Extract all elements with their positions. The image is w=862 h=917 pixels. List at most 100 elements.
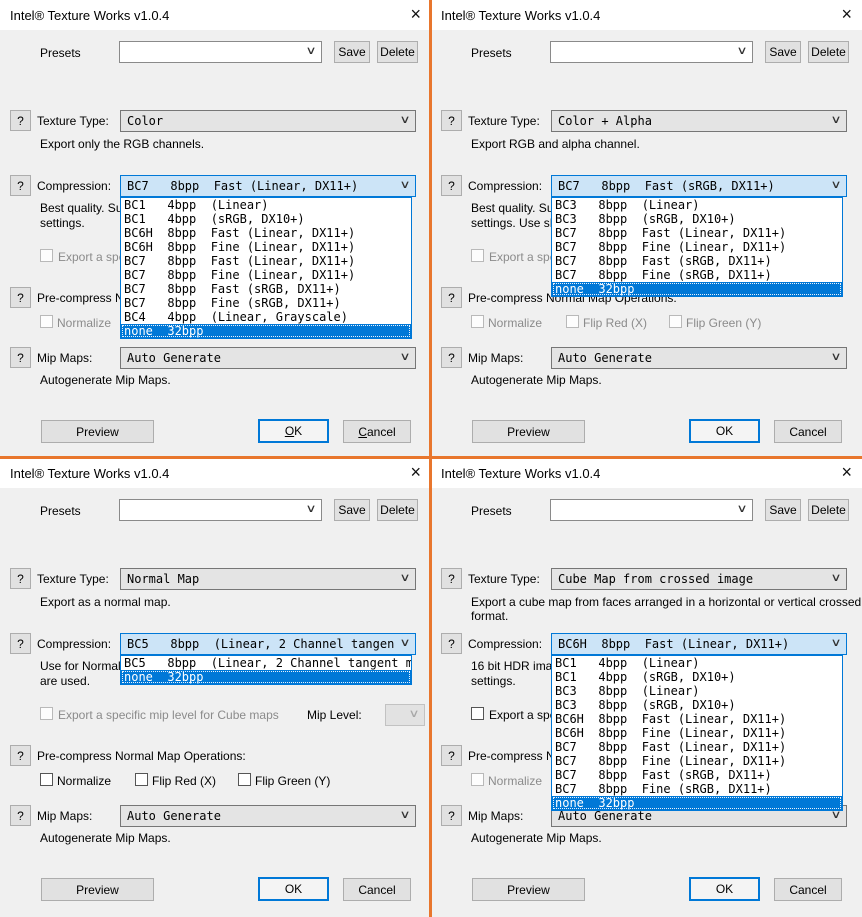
dropdown-item[interactable]: BC1 4bpp (sRGB, DX10+) xyxy=(552,670,842,684)
flip-red-checkbox[interactable] xyxy=(135,773,148,786)
save-button[interactable]: Save xyxy=(334,499,370,521)
help-button-mip-maps[interactable]: ? xyxy=(441,347,462,368)
dropdown-item[interactable]: BC7 8bpp Fast (sRGB, DX11+) xyxy=(552,254,842,268)
help-button-compression[interactable]: ? xyxy=(441,633,462,654)
close-icon[interactable]: × xyxy=(841,461,852,483)
compression-dropdown-list: BC5 8bpp (Linear, 2 Channel tangent map)… xyxy=(120,655,412,685)
flip-green-checkbox[interactable] xyxy=(238,773,251,786)
dropdown-item[interactable]: BC7 8bpp Fast (sRGB, DX11+) xyxy=(121,282,411,296)
titlebar[interactable]: Intel® Texture Works v1.0.4 × xyxy=(431,0,862,30)
preview-button[interactable]: Preview xyxy=(472,420,585,443)
mip-maps-combobox[interactable]: Auto Generate ∨ xyxy=(551,347,847,369)
delete-button[interactable]: Delete xyxy=(377,41,418,63)
cancel-button[interactable]: Cancel xyxy=(774,878,842,901)
compression-combobox[interactable]: BC5 8bpp (Linear, 2 Channel tangent map)… xyxy=(120,633,416,655)
dropdown-item[interactable]: BC7 8bpp Fine (sRGB, DX11+) xyxy=(552,782,842,796)
cancel-button[interactable]: Cancel xyxy=(343,420,411,443)
dropdown-item[interactable]: BC3 8bpp (sRGB, DX10+) xyxy=(552,698,842,712)
texture-type-combobox[interactable]: Color + Alpha ∨ xyxy=(551,110,847,132)
texture-type-combobox[interactable]: Color ∨ xyxy=(120,110,416,132)
presets-combobox[interactable]: ∨ xyxy=(119,41,322,63)
dropdown-item[interactable]: BC7 8bpp Fast (Linear, DX11+) xyxy=(552,226,842,240)
dropdown-item[interactable]: BC7 8bpp Fast (Linear, DX11+) xyxy=(552,740,842,754)
save-button[interactable]: Save xyxy=(765,41,801,63)
ok-button[interactable]: OK xyxy=(258,877,329,901)
dropdown-item[interactable]: BC1 4bpp (sRGB, DX10+) xyxy=(121,212,411,226)
compression-label: Compression: xyxy=(37,179,111,193)
help-button-texture-type[interactable]: ? xyxy=(441,568,462,589)
dropdown-item[interactable]: none 32bpp xyxy=(121,324,411,338)
mip-maps-combobox[interactable]: Auto Generate ∨ xyxy=(120,347,416,369)
dropdown-item[interactable]: BC6H 8bpp Fine (Linear, DX11+) xyxy=(121,240,411,254)
dropdown-item[interactable]: BC7 8bpp Fine (Linear, DX11+) xyxy=(552,240,842,254)
preview-button[interactable]: Preview xyxy=(41,878,154,901)
help-button-compression[interactable]: ? xyxy=(441,175,462,196)
dropdown-item[interactable]: BC7 8bpp Fine (Linear, DX11+) xyxy=(121,268,411,282)
compression-combobox[interactable]: BC6H 8bpp Fast (Linear, DX11+) ∨ xyxy=(551,633,847,655)
close-icon[interactable]: × xyxy=(410,461,421,483)
titlebar[interactable]: Intel® Texture Works v1.0.4 × xyxy=(0,458,431,488)
cancel-button[interactable]: Cancel xyxy=(343,878,411,901)
dropdown-item[interactable]: BC6H 8bpp Fine (Linear, DX11+) xyxy=(552,726,842,740)
export-mip-checkbox[interactable] xyxy=(471,707,484,720)
dialog-window: Intel® Texture Works v1.0.4 × Presets ∨ … xyxy=(0,458,431,917)
help-button-texture-type[interactable]: ? xyxy=(441,110,462,131)
delete-button[interactable]: Delete xyxy=(377,499,418,521)
help-button-compression[interactable]: ? xyxy=(10,175,31,196)
help-button-mip-maps[interactable]: ? xyxy=(10,805,31,826)
chevron-down-icon: ∨ xyxy=(830,636,841,649)
texture-type-combobox[interactable]: Cube Map from crossed image ∨ xyxy=(551,568,847,590)
titlebar[interactable]: Intel® Texture Works v1.0.4 × xyxy=(0,0,431,30)
titlebar[interactable]: Intel® Texture Works v1.0.4 × xyxy=(431,458,862,488)
preview-button[interactable]: Preview xyxy=(472,878,585,901)
dropdown-item[interactable]: BC4 4bpp (Linear, Grayscale) xyxy=(121,310,411,324)
ok-button[interactable]: OK xyxy=(689,419,760,443)
texture-type-description: Export only the RGB channels. xyxy=(40,137,204,151)
help-button-precompress[interactable]: ? xyxy=(10,287,31,308)
compression-dropdown-list: BC1 4bpp (Linear)BC1 4bpp (sRGB, DX10+)B… xyxy=(551,655,843,811)
texture-type-label: Texture Type: xyxy=(37,572,109,586)
dropdown-item[interactable]: BC6H 8bpp Fast (Linear, DX11+) xyxy=(121,226,411,240)
help-button-texture-type[interactable]: ? xyxy=(10,568,31,589)
save-button[interactable]: Save xyxy=(765,499,801,521)
compression-combobox[interactable]: BC7 8bpp Fast (Linear, DX11+) ∨ xyxy=(120,175,416,197)
presets-combobox[interactable]: ∨ xyxy=(550,499,753,521)
save-button[interactable]: Save xyxy=(334,41,370,63)
compression-combobox[interactable]: BC7 8bpp Fast (sRGB, DX11+) ∨ xyxy=(551,175,847,197)
help-button-mip-maps[interactable]: ? xyxy=(10,347,31,368)
normalize-checkbox[interactable] xyxy=(40,773,53,786)
dropdown-item[interactable]: BC7 8bpp Fast (sRGB, DX11+) xyxy=(552,768,842,782)
dropdown-item[interactable]: BC7 8bpp Fine (sRGB, DX11+) xyxy=(121,296,411,310)
mip-maps-combobox[interactable]: Auto Generate ∨ xyxy=(120,805,416,827)
texture-type-combobox[interactable]: Normal Map ∨ xyxy=(120,568,416,590)
close-icon[interactable]: × xyxy=(410,3,421,25)
dropdown-item[interactable]: BC1 4bpp (Linear) xyxy=(121,198,411,212)
dropdown-item[interactable]: BC5 8bpp (Linear, 2 Channel tangent map) xyxy=(121,656,411,670)
help-button-precompress[interactable]: ? xyxy=(441,745,462,766)
dropdown-item[interactable]: BC1 4bpp (Linear) xyxy=(552,656,842,670)
cancel-button[interactable]: Cancel xyxy=(774,420,842,443)
help-button-precompress[interactable]: ? xyxy=(441,287,462,308)
dropdown-item[interactable]: BC7 8bpp Fine (sRGB, DX11+) xyxy=(552,268,842,282)
presets-combobox[interactable]: ∨ xyxy=(550,41,753,63)
delete-button[interactable]: Delete xyxy=(808,41,849,63)
dropdown-item[interactable]: none 32bpp xyxy=(121,670,411,684)
delete-button[interactable]: Delete xyxy=(808,499,849,521)
close-icon[interactable]: × xyxy=(841,3,852,25)
dropdown-item[interactable]: BC6H 8bpp Fast (Linear, DX11+) xyxy=(552,712,842,726)
dropdown-item[interactable]: BC3 8bpp (sRGB, DX10+) xyxy=(552,212,842,226)
help-button-compression[interactable]: ? xyxy=(10,633,31,654)
help-button-mip-maps[interactable]: ? xyxy=(441,805,462,826)
dropdown-item[interactable]: none 32bpp xyxy=(552,282,842,296)
preview-button[interactable]: Preview xyxy=(41,420,154,443)
help-button-precompress[interactable]: ? xyxy=(10,745,31,766)
presets-combobox[interactable]: ∨ xyxy=(119,499,322,521)
dropdown-item[interactable]: BC3 8bpp (Linear) xyxy=(552,684,842,698)
ok-button[interactable]: OK xyxy=(689,877,760,901)
ok-button[interactable]: OK xyxy=(258,419,329,443)
dropdown-item[interactable]: BC7 8bpp Fine (Linear, DX11+) xyxy=(552,754,842,768)
help-button-texture-type[interactable]: ? xyxy=(10,110,31,131)
dropdown-item[interactable]: BC3 8bpp (Linear) xyxy=(552,198,842,212)
dropdown-item[interactable]: none 32bpp xyxy=(552,796,842,810)
dropdown-item[interactable]: BC7 8bpp Fast (Linear, DX11+) xyxy=(121,254,411,268)
